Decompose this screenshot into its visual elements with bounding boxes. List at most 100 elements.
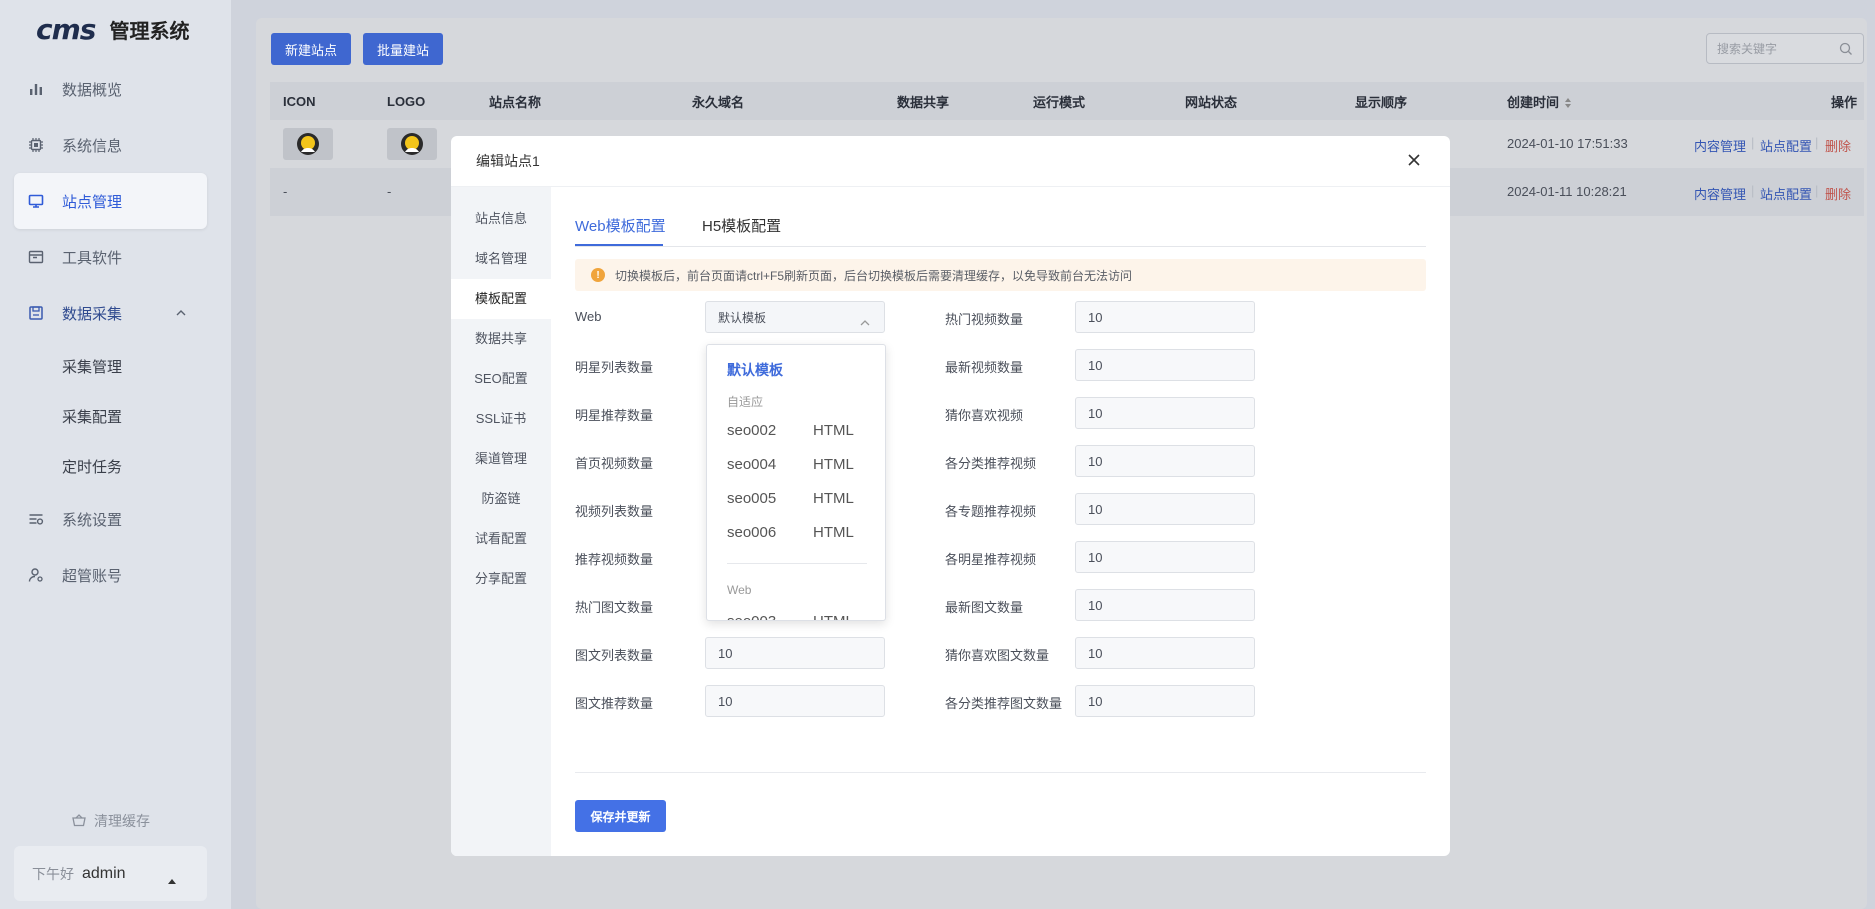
side-tab-data-share[interactable]: 数据共享: [451, 319, 551, 359]
search-input[interactable]: 搜索关键字: [1706, 33, 1864, 64]
side-tab-share[interactable]: 分享配置: [451, 559, 551, 599]
site-logo-image: [387, 128, 437, 160]
sidebar-item-label: 数据概览: [62, 81, 123, 99]
modal-header: 编辑站点1: [451, 136, 1450, 187]
content-management-link[interactable]: 内容管理: [1694, 184, 1746, 203]
chip-icon: [28, 137, 44, 153]
modal-body: Web模板配置 H5模板配置 ! 切换模板后，前台页面请ctrl+F5刷新页面，…: [551, 187, 1450, 856]
select-value: 默认模板: [718, 310, 767, 325]
category-recommend-article-input[interactable]: 10: [1075, 685, 1255, 717]
side-tab-ssl[interactable]: SSL证书: [451, 399, 551, 439]
field-label: 各分类推荐视频: [945, 456, 1037, 471]
site-icon-empty: -: [283, 184, 288, 199]
sidebar-item-label: 数据采集: [62, 305, 123, 323]
tab-h5-template[interactable]: H5模板配置: [702, 215, 781, 236]
guess-article-count-input[interactable]: 10: [1075, 637, 1255, 669]
field-label: 图文列表数量: [575, 648, 654, 663]
edit-site-modal: 编辑站点1 站点信息 域名管理 模板配置 数据共享 SEO配置 SSL证书 渠道…: [451, 136, 1450, 856]
search-placeholder: 搜索关键字: [1717, 42, 1778, 56]
sidebar-item-label: 系统设置: [62, 511, 123, 529]
app-logo[interactable]: cms 管理系统: [36, 12, 189, 46]
latest-article-count-input[interactable]: 10: [1075, 589, 1255, 621]
caret-up-icon: [167, 871, 177, 889]
side-tab-seo[interactable]: SEO配置: [451, 359, 551, 399]
site-config-link[interactable]: 站点配置: [1760, 136, 1812, 155]
latest-video-count-input[interactable]: 10: [1075, 349, 1255, 381]
dropdown-option[interactable]: seo003HTML: [727, 613, 854, 620]
dropdown-group-label: 自适应: [727, 395, 764, 409]
submenu-collection-management[interactable]: 采集管理: [62, 356, 122, 377]
field-label: 热门图文数量: [575, 600, 654, 615]
col-actions: 操作: [1831, 94, 1858, 110]
save-update-button[interactable]: 保存并更新: [575, 800, 666, 832]
side-tab-domain[interactable]: 域名管理: [451, 239, 551, 279]
sidebar-item-label: 系统信息: [62, 137, 123, 155]
new-site-button[interactable]: 新建站点: [271, 33, 351, 65]
star-recommend-video-input[interactable]: 10: [1075, 541, 1255, 573]
clear-cache-button[interactable]: 清理缓存: [72, 811, 150, 831]
chevron-up-icon: [860, 314, 870, 329]
username: admin: [82, 864, 126, 882]
user-icon: [28, 567, 44, 583]
web-template-select[interactable]: 默认模板: [705, 301, 885, 333]
dropdown-option[interactable]: seo002 HTML: [727, 422, 854, 439]
template-dropdown: 默认模板 自适应 seo002 HTML seo004 HTML seo005 HTM…: [706, 344, 886, 621]
content-management-link[interactable]: 内容管理: [1694, 136, 1746, 155]
submenu-scheduled-tasks[interactable]: 定时任务: [62, 456, 122, 477]
topic-recommend-video-input[interactable]: 10: [1075, 493, 1255, 525]
app-title: 管理系统: [109, 20, 190, 43]
sidebar-item-label: 站点管理: [62, 193, 123, 211]
side-tab-hotlink[interactable]: 防盗链: [451, 479, 551, 519]
field-label: 最新视频数量: [945, 360, 1024, 375]
modal-side-nav: 站点信息 域名管理 模板配置 数据共享 SEO配置 SSL证书 渠道管理 防盗链…: [451, 187, 551, 856]
sidebar-item-data-collection[interactable]: 数据采集: [14, 285, 207, 341]
field-label: 各明星推荐视频: [945, 552, 1037, 567]
col-created-time[interactable]: 创建时间: [1507, 92, 1572, 111]
article-recommend-count-input[interactable]: 10: [705, 685, 885, 717]
sidebar-item-system-info[interactable]: 系统信息: [14, 117, 207, 173]
field-label: 首页视频数量: [575, 456, 654, 471]
dropdown-option[interactable]: seo004 HTML: [727, 456, 854, 473]
active-tab-indicator: [575, 244, 663, 246]
article-list-count-input[interactable]: 10: [705, 637, 885, 669]
close-icon[interactable]: [1406, 152, 1422, 173]
window-icon: [28, 249, 44, 265]
action-divider: |: [1815, 135, 1819, 150]
sort-icon: [1565, 97, 1572, 108]
field-label: 最新图文数量: [945, 600, 1024, 615]
chevron-up-icon: [175, 305, 187, 322]
sidebar-item-admin-account[interactable]: 超管账号: [14, 547, 207, 603]
side-tab-site-info[interactable]: 站点信息: [451, 199, 551, 239]
field-label: 各专题推荐视频: [945, 504, 1037, 519]
delete-link[interactable]: 删除: [1825, 136, 1851, 155]
dropdown-option[interactable]: seo005 HTML: [727, 490, 854, 507]
delete-link[interactable]: 删除: [1825, 184, 1851, 203]
batch-create-button[interactable]: 批量建站: [363, 33, 443, 65]
side-tab-channel[interactable]: 渠道管理: [451, 439, 551, 479]
sidebar-item-site-management[interactable]: 站点管理: [14, 173, 207, 229]
sidebar-item-system-settings[interactable]: 系统设置: [14, 491, 207, 547]
dropdown-option-selected[interactable]: 默认模板: [727, 360, 783, 380]
guess-video-input[interactable]: 10: [1075, 397, 1255, 429]
col-domain: 永久域名: [692, 94, 745, 110]
sidebar-item-overview[interactable]: 数据概览: [14, 61, 207, 117]
created-time: 2024-01-11 10:28:21: [1507, 184, 1627, 199]
submenu-collection-config[interactable]: 采集配置: [62, 406, 122, 427]
basket-icon: [72, 813, 86, 830]
tab-web-template[interactable]: Web模板配置: [575, 215, 666, 236]
user-menu[interactable]: 下午好 admin: [14, 846, 207, 901]
field-label: 明星列表数量: [575, 360, 654, 375]
sidebar-item-tools[interactable]: 工具软件: [14, 229, 207, 285]
hot-video-count-input[interactable]: 10: [1075, 301, 1255, 333]
side-tab-preview[interactable]: 试看配置: [451, 519, 551, 559]
footer-divider: [575, 772, 1426, 773]
clear-cache-label: 清理缓存: [94, 813, 150, 829]
field-label: 图文推荐数量: [575, 696, 654, 711]
sidebar-item-label: 工具软件: [62, 249, 123, 267]
dropdown-option[interactable]: seo006 HTML: [727, 524, 854, 541]
side-tab-template[interactable]: 模板配置: [451, 279, 551, 319]
site-config-link[interactable]: 站点配置: [1760, 184, 1812, 203]
search-icon[interactable]: [1839, 42, 1853, 59]
category-recommend-video-input[interactable]: 10: [1075, 445, 1255, 477]
field-label: 猜你喜欢视频: [945, 408, 1024, 423]
